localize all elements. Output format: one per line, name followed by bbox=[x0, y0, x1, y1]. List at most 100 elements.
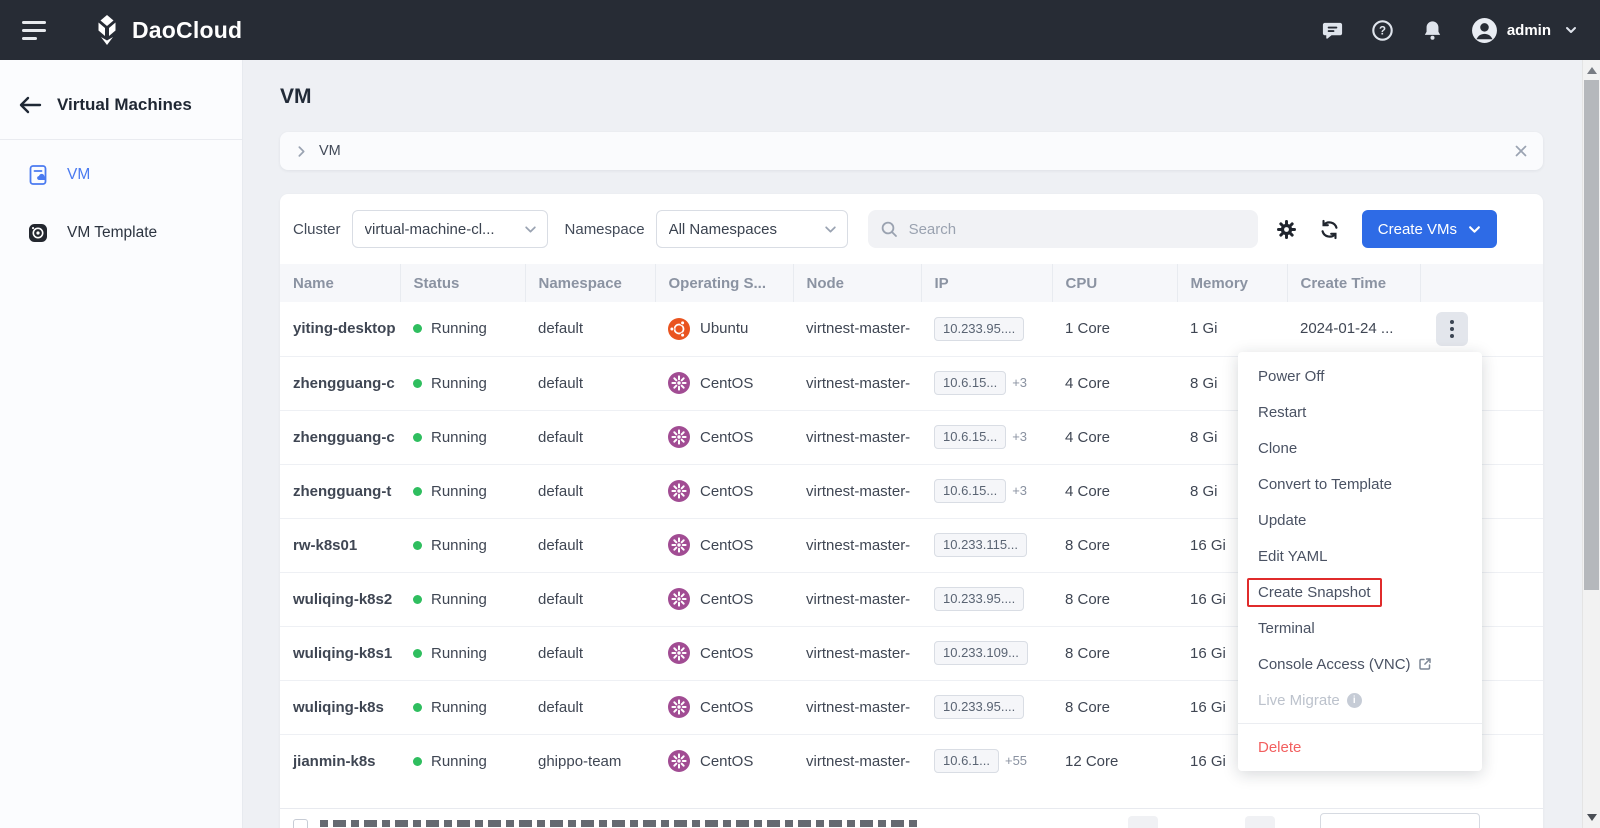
scrollbar-up-arrow-icon[interactable] bbox=[1587, 67, 1597, 74]
sidebar-item-label: VM Template bbox=[67, 224, 157, 242]
vm-cpu: 4 Core bbox=[1052, 464, 1177, 518]
help-icon[interactable]: ? bbox=[1371, 19, 1394, 42]
menu-item-convert-to-template[interactable]: Convert to Template bbox=[1238, 466, 1482, 502]
close-icon[interactable] bbox=[1514, 144, 1528, 158]
vm-namespace: default bbox=[525, 302, 655, 356]
table-header-row: Name Status Namespace Operating S... Nod… bbox=[280, 264, 1543, 302]
notifications-bell-icon[interactable] bbox=[1421, 19, 1444, 42]
menu-item-delete[interactable]: Delete bbox=[1238, 729, 1482, 765]
scrollbar-down-arrow-icon[interactable] bbox=[1587, 814, 1597, 821]
vm-cpu: 4 Core bbox=[1052, 356, 1177, 410]
page-title: VM bbox=[280, 85, 1600, 109]
vm-name[interactable]: wuliqing-k8s1 bbox=[280, 626, 400, 680]
vm-name[interactable]: jianmin-k8s bbox=[280, 734, 400, 788]
refresh-icon[interactable] bbox=[1315, 215, 1344, 244]
user-menu[interactable]: admin bbox=[1471, 17, 1578, 44]
vm-namespace: ghippo-team bbox=[525, 734, 655, 788]
vm-node: virtnest-master- bbox=[793, 626, 921, 680]
ip-chip[interactable]: 10.6.15... bbox=[934, 479, 1006, 503]
menu-item-clone[interactable]: Clone bbox=[1238, 430, 1482, 466]
pagination-next-button[interactable] bbox=[1245, 816, 1275, 828]
vm-name[interactable]: wuliqing-k8s bbox=[280, 680, 400, 734]
namespace-value: All Namespaces bbox=[669, 221, 824, 238]
ip-extra-count: +3 bbox=[1012, 375, 1027, 390]
menu-divider bbox=[1238, 723, 1482, 724]
search-box[interactable] bbox=[868, 210, 1258, 248]
vm-node: virtnest-master- bbox=[793, 410, 921, 464]
sidebar-item-vm[interactable]: VM bbox=[0, 146, 242, 204]
chevron-right-icon[interactable] bbox=[295, 145, 308, 158]
back-arrow-icon[interactable] bbox=[18, 95, 42, 115]
menu-item-terminal[interactable]: Terminal bbox=[1238, 610, 1482, 646]
sidebar-item-label: VM bbox=[67, 166, 90, 184]
search-input[interactable] bbox=[907, 220, 1246, 239]
col-create-time[interactable]: Create Time bbox=[1287, 264, 1420, 302]
vm-os: CentOS bbox=[655, 464, 793, 518]
col-status[interactable]: Status bbox=[400, 264, 525, 302]
namespace-label: Namespace bbox=[565, 221, 645, 238]
ip-extra-count: +55 bbox=[1005, 753, 1027, 768]
vm-cpu: 8 Core bbox=[1052, 626, 1177, 680]
collapsible-tab-bar[interactable]: VM bbox=[280, 132, 1543, 170]
vm-status: Running bbox=[400, 680, 525, 734]
scrollbar[interactable] bbox=[1582, 60, 1600, 828]
menu-item-update[interactable]: Update bbox=[1238, 502, 1482, 538]
brand: DaoCloud bbox=[92, 14, 242, 46]
vm-name[interactable]: zhengguang-t bbox=[280, 464, 400, 518]
sidebar-item-vm-template[interactable]: VM Template bbox=[0, 204, 242, 262]
vm-node: virtnest-master- bbox=[793, 356, 921, 410]
vm-node: virtnest-master- bbox=[793, 572, 921, 626]
menu-item-power-off[interactable]: Power Off bbox=[1238, 358, 1482, 394]
col-operating-system[interactable]: Operating S... bbox=[655, 264, 793, 302]
scrollbar-thumb[interactable] bbox=[1584, 80, 1599, 590]
pagination-prev-button[interactable] bbox=[1128, 816, 1158, 828]
select-all-checkbox[interactable] bbox=[293, 819, 308, 828]
vm-cpu: 12 Core bbox=[1052, 734, 1177, 788]
menu-item-console-access-vnc[interactable]: Console Access (VNC) bbox=[1238, 646, 1482, 682]
vm-os: CentOS bbox=[655, 518, 793, 572]
vm-name[interactable]: wuliqing-k8s2 bbox=[280, 572, 400, 626]
ip-chip[interactable]: 10.233.95.... bbox=[934, 695, 1024, 719]
col-name[interactable]: Name bbox=[280, 264, 400, 302]
search-icon bbox=[880, 220, 898, 238]
vm-node: virtnest-master- bbox=[793, 734, 921, 788]
ip-chip[interactable]: 10.233.95.... bbox=[934, 587, 1024, 611]
vm-name[interactable]: yiting-desktop bbox=[280, 302, 400, 356]
vm-namespace: default bbox=[525, 410, 655, 464]
menu-item-restart[interactable]: Restart bbox=[1238, 394, 1482, 430]
ip-extra-count: +3 bbox=[1012, 483, 1027, 498]
vm-name[interactable]: zhengguang-c bbox=[280, 410, 400, 464]
row-actions-kebab-button[interactable] bbox=[1436, 312, 1468, 346]
centos-os-icon bbox=[668, 696, 690, 718]
vm-name[interactable]: zhengguang-c bbox=[280, 356, 400, 410]
col-cpu[interactable]: CPU bbox=[1052, 264, 1177, 302]
ip-chip[interactable]: 10.233.115... bbox=[934, 533, 1027, 557]
feedback-chat-icon[interactable] bbox=[1321, 19, 1344, 42]
vm-os: CentOS bbox=[655, 572, 793, 626]
menu-item-create-snapshot[interactable]: Create Snapshot bbox=[1238, 574, 1482, 610]
ip-chip[interactable]: 10.6.15... bbox=[934, 425, 1006, 449]
settings-gear-icon[interactable] bbox=[1272, 215, 1301, 244]
col-namespace[interactable]: Namespace bbox=[525, 264, 655, 302]
action-menu: Power OffRestartCloneConvert to Template… bbox=[1238, 352, 1482, 771]
ip-chip[interactable]: 10.6.1... bbox=[934, 749, 999, 773]
info-icon: i bbox=[1347, 693, 1362, 708]
table-row: yiting-desktopRunningdefaultUbuntuvirtne… bbox=[280, 302, 1543, 356]
ip-chip[interactable]: 10.6.15... bbox=[934, 371, 1006, 395]
col-memory[interactable]: Memory bbox=[1177, 264, 1287, 302]
running-status-dot bbox=[413, 324, 422, 333]
col-node[interactable]: Node bbox=[793, 264, 921, 302]
ip-chip[interactable]: 10.233.95.... bbox=[934, 317, 1024, 341]
page-size-select[interactable] bbox=[1320, 813, 1480, 828]
vm-name[interactable]: rw-k8s01 bbox=[280, 518, 400, 572]
running-status-dot bbox=[413, 595, 422, 604]
cluster-select[interactable]: virtual-machine-cl... bbox=[352, 210, 548, 248]
menu-item-edit-yaml[interactable]: Edit YAML bbox=[1238, 538, 1482, 574]
namespace-select[interactable]: All Namespaces bbox=[656, 210, 848, 248]
ip-chip[interactable]: 10.233.109... bbox=[934, 641, 1028, 665]
hamburger-menu-icon[interactable] bbox=[22, 21, 48, 40]
vm-node: virtnest-master- bbox=[793, 302, 921, 356]
create-vms-button[interactable]: Create VMs bbox=[1362, 210, 1497, 248]
running-status-dot bbox=[413, 541, 422, 550]
col-ip[interactable]: IP bbox=[921, 264, 1052, 302]
